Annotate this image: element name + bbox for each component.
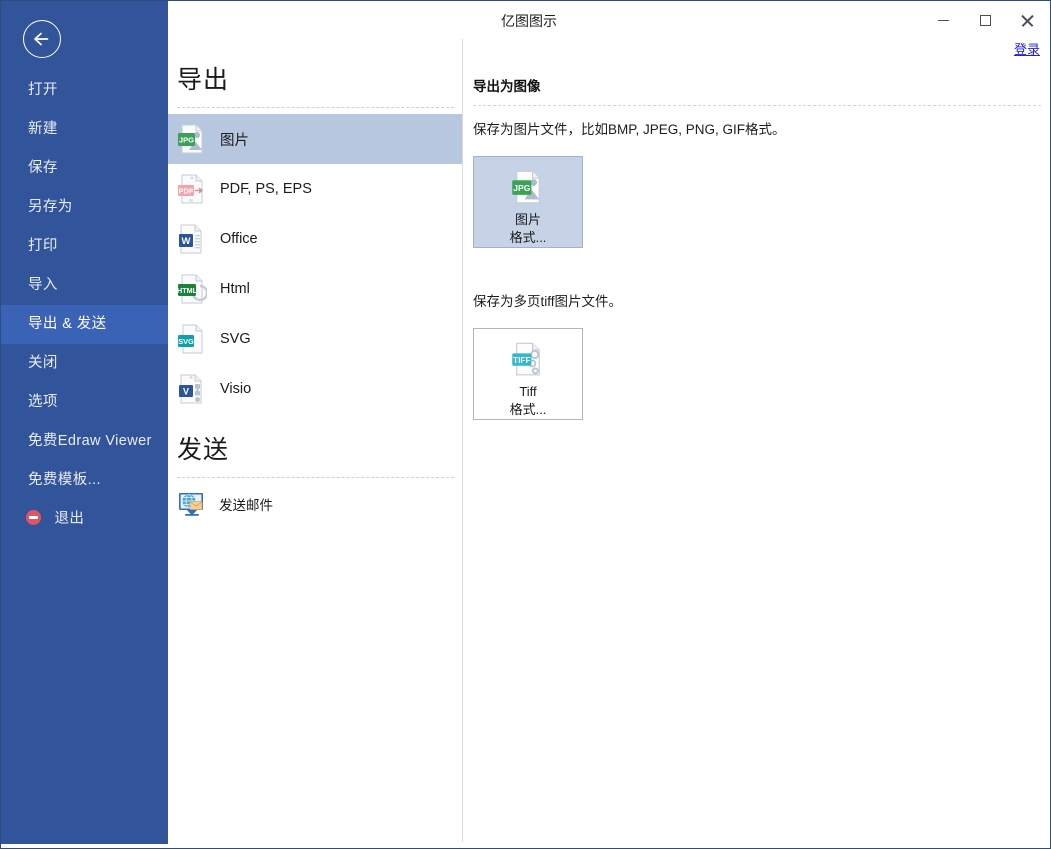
pdf-file-icon: PDF <box>178 174 203 204</box>
application-window: 打开 新建 保存 另存为 打印 导入 导出 & 发送 关闭 选项 免费Edraw… <box>0 0 1051 849</box>
export-send-column: 导出 JPG 图片 PDF PDF, PS, EPS W Office HTML… <box>168 39 463 842</box>
sidebar-item-label: 新建 <box>28 121 58 137</box>
export-option-html[interactable]: HTML Html <box>168 264 462 314</box>
back-button[interactable] <box>23 20 61 58</box>
window-controls <box>922 1 1048 39</box>
export-option-svg[interactable]: SVG SVG <box>168 314 462 364</box>
maximize-button[interactable] <box>964 3 1006 37</box>
sidebar-item-label: 打印 <box>28 238 58 254</box>
sidebar-item-label: 保存 <box>28 160 58 176</box>
sidebar-item-import[interactable]: 导入 <box>1 266 168 305</box>
panel-title: 导出为图像 <box>473 79 541 94</box>
svg-text:V: V <box>183 386 189 396</box>
minimize-icon <box>937 19 949 21</box>
sidebar-item-label: 导入 <box>28 277 58 293</box>
send-mail-icon <box>179 493 203 516</box>
close-icon <box>1021 14 1034 27</box>
sidebar-item-label: 选项 <box>28 394 58 410</box>
send-section: 发送 <box>168 420 462 478</box>
sidebar-item-print[interactable]: 打印 <box>1 227 168 266</box>
sidebar-item-free-templates[interactable]: 免费模板... <box>1 461 168 500</box>
send-option-email[interactable]: 发送邮件 <box>168 484 462 524</box>
sidebar-item-save[interactable]: 保存 <box>1 149 168 188</box>
sidebar-item-export-send[interactable]: 导出 & 发送 <box>1 305 168 344</box>
image-format-row: JPG 图片 格式... <box>464 156 1049 248</box>
export-option-label: 图片 <box>220 132 249 149</box>
svg-text:JPG: JPG <box>513 183 530 193</box>
backstage-sidebar: 打开 新建 保存 另存为 打印 导入 导出 & 发送 关闭 选项 免费Edraw… <box>1 1 168 844</box>
sidebar-item-exit[interactable]: 退出 <box>1 500 168 539</box>
export-option-image[interactable]: JPG 图片 <box>168 114 462 164</box>
jpg-file-icon: JPG <box>178 124 203 154</box>
sidebar-item-label: 打开 <box>28 82 58 98</box>
tiff-file-icon: TIFF <box>512 342 540 376</box>
sidebar-item-new[interactable]: 新建 <box>1 110 168 149</box>
sidebar-item-close[interactable]: 关闭 <box>1 344 168 383</box>
export-option-label: Visio <box>220 381 252 397</box>
tiff-export-description: 保存为多页tiff图片文件。 <box>473 294 623 309</box>
sidebar-item-options[interactable]: 选项 <box>1 383 168 422</box>
send-section-divider <box>177 477 454 478</box>
export-options-list: JPG 图片 PDF PDF, PS, EPS W Office HTML Ht… <box>168 114 462 414</box>
svg-text:JPG: JPG <box>179 136 194 145</box>
svg-text:TIFF: TIFF <box>513 355 531 365</box>
sidebar-item-label: 另存为 <box>28 199 73 215</box>
image-format-label-line1: 图片 <box>514 212 541 227</box>
export-option-label: PDF, PS, EPS <box>220 181 312 197</box>
jpg-file-icon: JPG <box>512 170 540 204</box>
image-format-button[interactable]: JPG 图片 格式... <box>473 156 583 248</box>
sidebar-item-label: 免费模板... <box>28 472 101 488</box>
tiff-format-label-line2: 格式... <box>509 402 547 417</box>
svg-file-icon: SVG <box>178 324 203 354</box>
image-export-description: 保存为图片文件，比如BMP, JPEG, PNG, GIF格式。 <box>473 122 786 137</box>
back-arrow-icon <box>34 32 49 46</box>
export-option-pdf-ps-eps[interactable]: PDF PDF, PS, EPS <box>168 164 462 214</box>
export-option-label: Office <box>220 231 258 247</box>
svg-text:W: W <box>182 236 191 247</box>
tiff-format-label-line1: Tiff <box>519 384 537 399</box>
title-bar: 亿图图示 <box>168 1 1050 39</box>
tiff-format-button[interactable]: TIFF Tiff 格式... <box>473 328 583 420</box>
svg-text:HTML: HTML <box>177 286 198 295</box>
sidebar-item-free-edraw-viewer[interactable]: 免费Edraw Viewer <box>1 422 168 461</box>
visio-file-icon: V <box>179 374 202 404</box>
export-section-divider <box>177 107 454 108</box>
svg-text:SVG: SVG <box>178 337 194 346</box>
sidebar-item-label: 退出 <box>54 511 85 527</box>
export-option-label: SVG <box>220 331 251 347</box>
sidebar-item-open[interactable]: 打开 <box>1 71 168 110</box>
tiff-format-row: TIFF Tiff 格式... <box>464 328 1049 420</box>
svg-text:PDF: PDF <box>179 186 194 195</box>
export-option-label: Html <box>220 281 250 297</box>
export-option-office[interactable]: W Office <box>168 214 462 264</box>
send-options-list: 发送邮件 <box>168 484 462 524</box>
sidebar-item-save-as[interactable]: 另存为 <box>1 188 168 227</box>
sidebar-nav-list: 打开 新建 保存 另存为 打印 导入 导出 & 发送 关闭 选项 免费Edraw… <box>1 71 168 539</box>
minimize-button[interactable] <box>922 3 964 37</box>
send-option-label: 发送邮件 <box>219 498 273 513</box>
window-title: 亿图图示 <box>501 13 557 29</box>
export-section-heading: 导出 <box>177 66 230 94</box>
sidebar-item-label: 关闭 <box>28 355 58 371</box>
export-detail-panel: 导出为图像 保存为图片文件，比如BMP, JPEG, PNG, GIF格式。 J… <box>464 39 1049 842</box>
exit-icon <box>26 510 41 525</box>
sidebar-item-label: 导出 & 发送 <box>28 316 107 332</box>
send-section-heading: 发送 <box>177 436 230 464</box>
sidebar-item-label: 免费Edraw Viewer <box>28 433 152 449</box>
close-button[interactable] <box>1006 3 1048 37</box>
image-format-label-line2: 格式... <box>509 230 547 245</box>
export-option-visio[interactable]: V Visio <box>168 364 462 414</box>
maximize-icon <box>979 14 991 26</box>
word-file-icon: W <box>179 224 202 254</box>
html-file-icon: HTML <box>177 274 207 304</box>
